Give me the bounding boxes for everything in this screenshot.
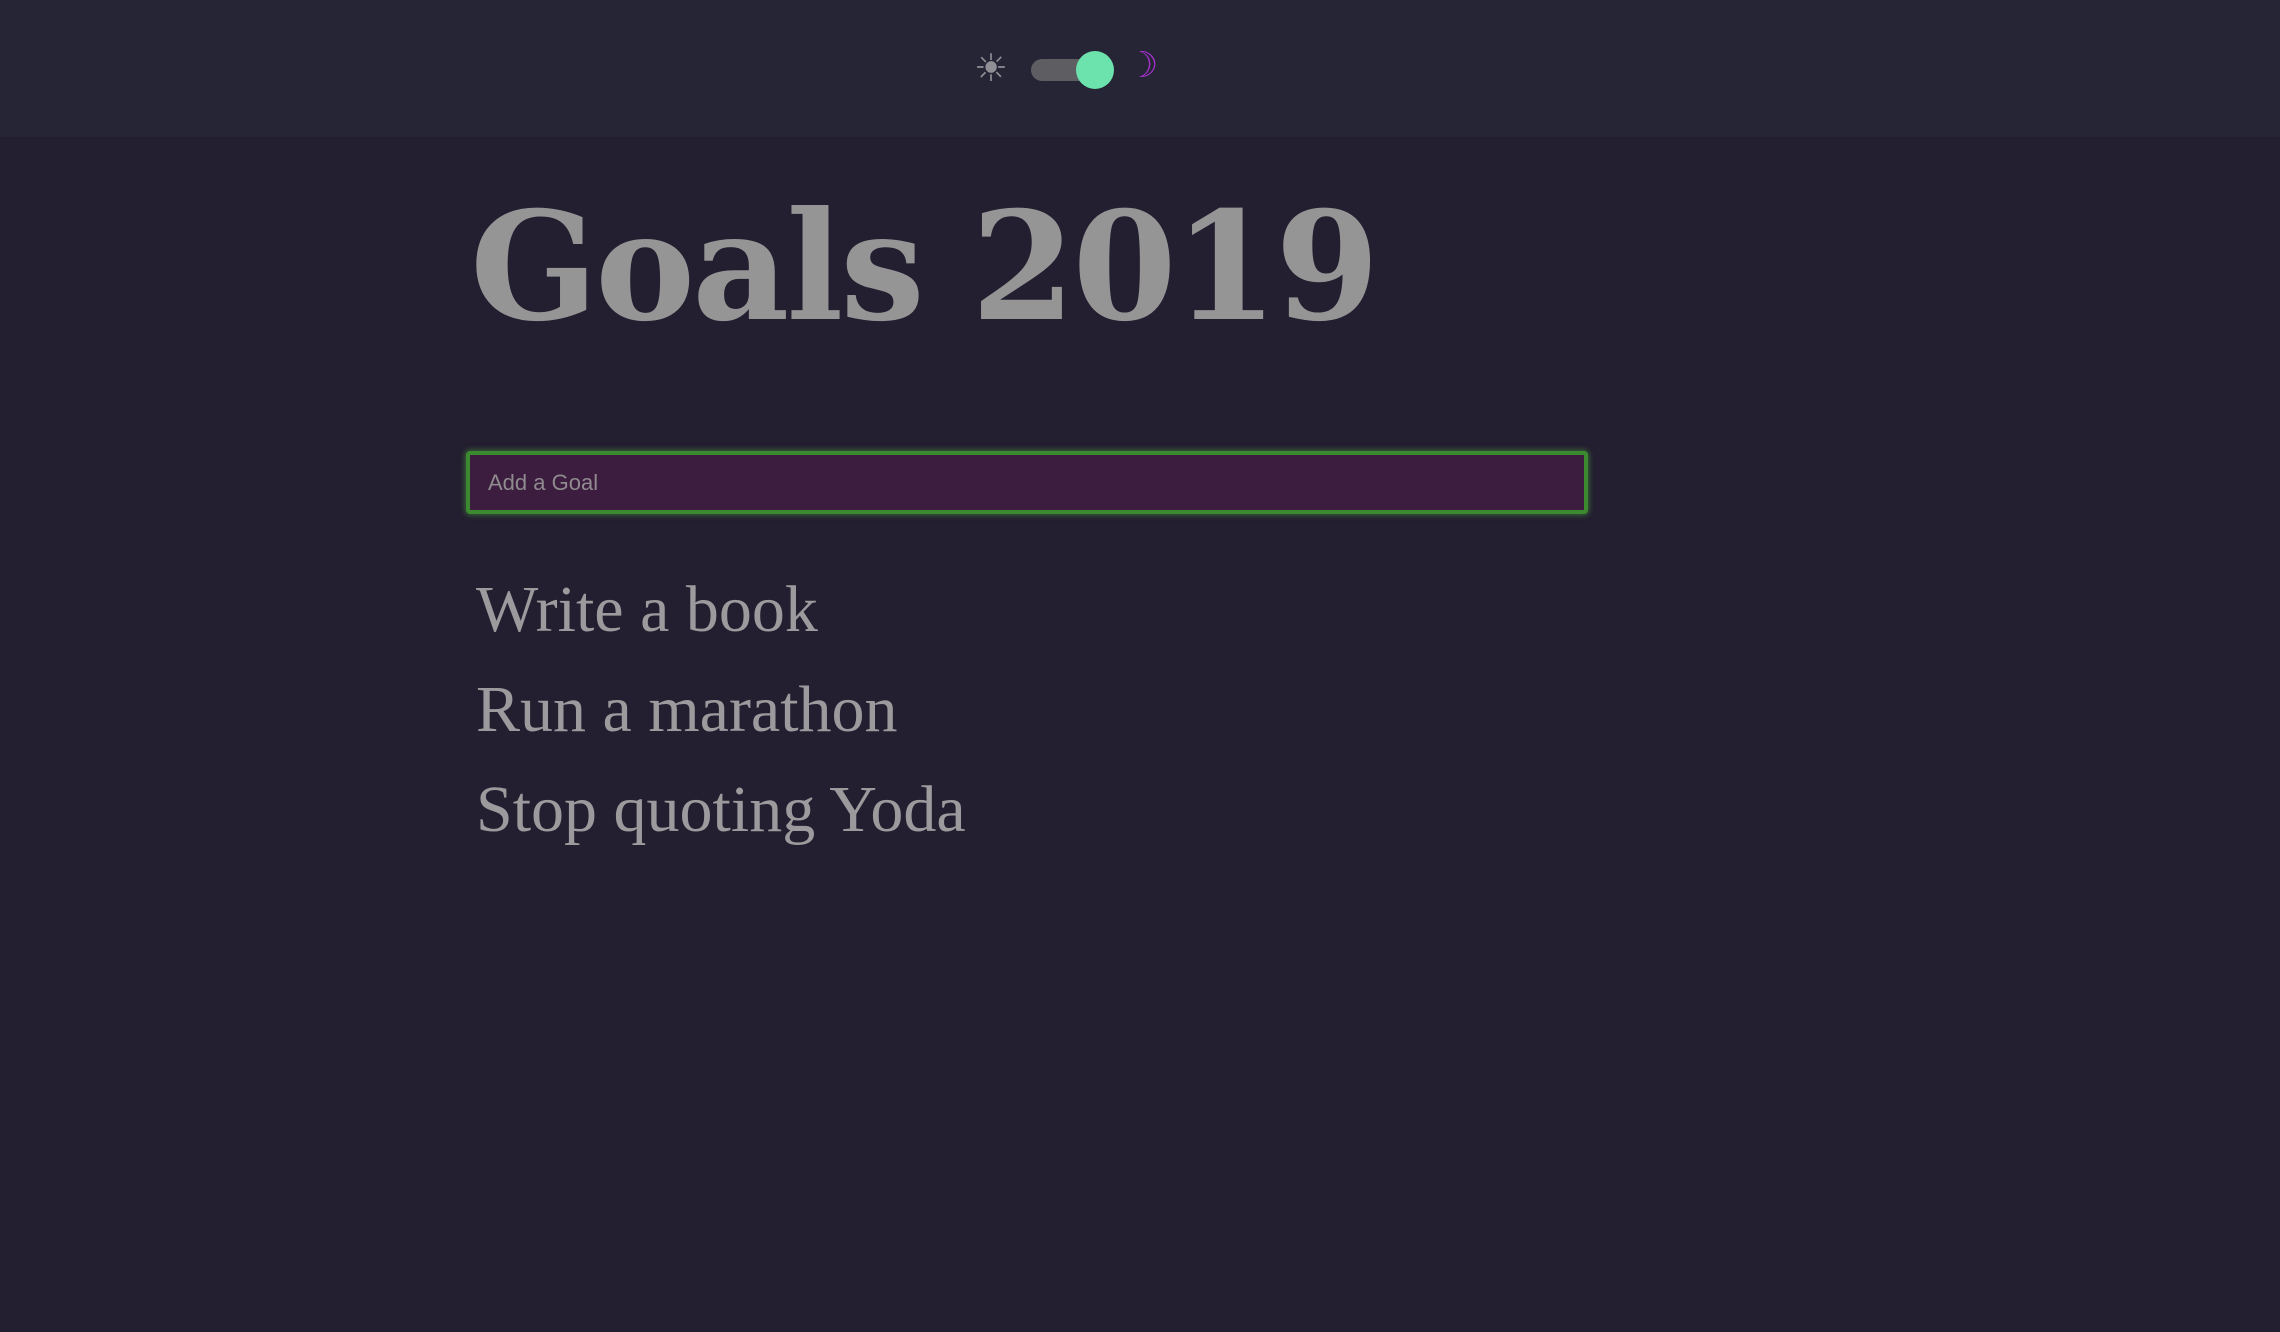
moon-icon: ☽ bbox=[1126, 45, 1159, 86]
theme-toggle[interactable]: ☀ ☽ bbox=[974, 44, 1158, 94]
goal-item[interactable]: Stop quoting Yoda bbox=[476, 760, 966, 860]
page-title: Goals 2019 bbox=[470, 179, 1379, 355]
goal-list: Write a book Run a marathon Stop quoting… bbox=[476, 560, 966, 860]
sun-icon: ☀ bbox=[974, 46, 1009, 90]
add-goal-input[interactable] bbox=[466, 451, 1588, 514]
header-bar: ☀ ☽ bbox=[0, 0, 2280, 137]
goal-item[interactable]: Write a book bbox=[476, 560, 966, 660]
toggle-knob[interactable] bbox=[1076, 51, 1114, 89]
goal-item[interactable]: Run a marathon bbox=[476, 660, 966, 760]
